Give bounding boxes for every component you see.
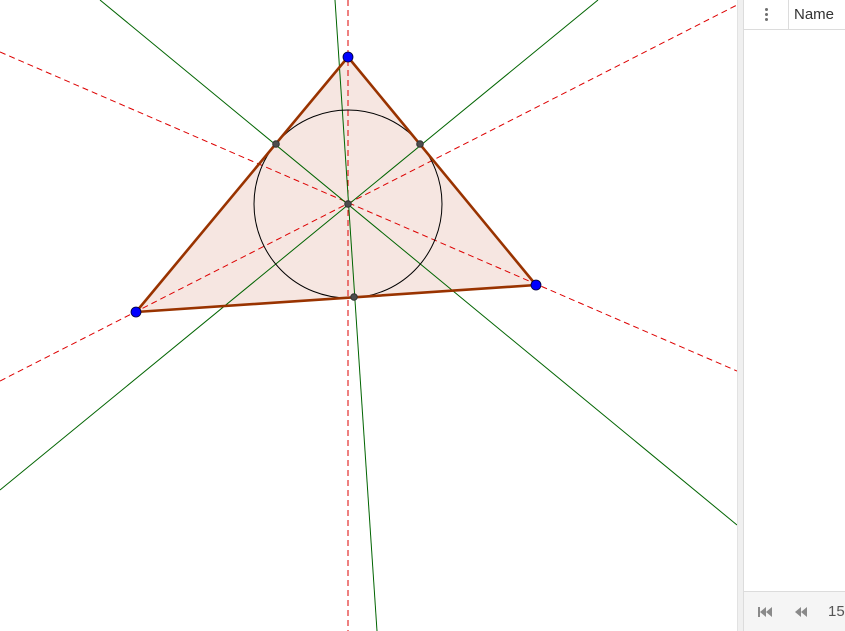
first-step-button[interactable]	[755, 602, 775, 622]
vertex-point[interactable]	[130, 306, 142, 318]
vertex-point[interactable]	[530, 279, 542, 291]
step-counter: 15	[828, 603, 845, 620]
perpendicular-bisector-line[interactable]	[0, 4, 737, 382]
kebab-menu-icon	[764, 8, 768, 21]
incenter-point[interactable]	[344, 200, 352, 208]
tangent-point[interactable]	[272, 140, 280, 148]
panel-header: Name	[744, 0, 845, 30]
name-column-header[interactable]: Name	[794, 0, 834, 29]
graphics-view[interactable]	[0, 0, 737, 631]
angle-bisector-line[interactable]	[0, 0, 599, 491]
tangent-point[interactable]	[416, 140, 424, 148]
navigation-bar: 15	[744, 591, 845, 631]
skip-to-first-icon	[758, 607, 772, 617]
construction-protocol-panel: Name 15	[743, 0, 845, 631]
triangle-fill[interactable]	[136, 57, 536, 312]
rewind-icon	[795, 607, 807, 617]
column-menu-button[interactable]	[744, 0, 789, 29]
previous-step-button[interactable]	[791, 602, 811, 622]
tangent-point[interactable]	[350, 293, 358, 301]
vertex-point[interactable]	[342, 51, 354, 63]
construction-canvas[interactable]	[0, 0, 737, 631]
